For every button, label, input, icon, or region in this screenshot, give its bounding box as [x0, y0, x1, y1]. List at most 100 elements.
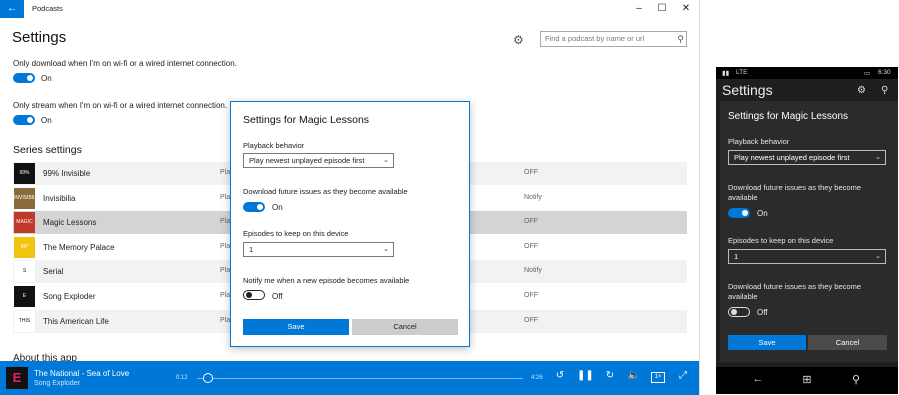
search-icon[interactable]: ⚲ [677, 32, 684, 46]
seek-thumb[interactable] [203, 373, 214, 383]
phone-episodes-value: 1 [734, 252, 739, 261]
series-name: Invisibilia [43, 193, 76, 203]
skip-forward-button[interactable]: ↻ [602, 370, 618, 381]
close-button[interactable]: ✕ [673, 0, 699, 18]
maximize-icon: ☐ [657, 3, 667, 14]
wifi-download-state: On [41, 74, 52, 83]
episodes-keep-select[interactable]: 1 ⌄ [243, 242, 394, 257]
gear-icon[interactable]: ⚙ [513, 33, 524, 47]
now-playing-title: The National - Sea of Love [34, 369, 130, 378]
wifi-download-toggle[interactable] [13, 73, 35, 83]
playback-behavior-label: Playback behavior [243, 141, 305, 150]
series-playback: Pla [220, 193, 231, 201]
series-artwork: E [14, 286, 35, 307]
phone-episodes-select[interactable]: 1 ⌄ [728, 249, 886, 264]
series-settings-title: Series settings [13, 144, 82, 156]
gear-icon[interactable]: ⚙ [857, 85, 866, 96]
download-future-toggle[interactable] [243, 202, 265, 212]
pause-icon: ❚❚ [577, 370, 594, 381]
notify-state: Off [272, 292, 283, 301]
series-playback: Pla [220, 316, 231, 324]
wifi-stream-label: Only stream when I'm on wi-fi or a wired… [13, 101, 228, 110]
series-notify: OFF [524, 316, 538, 324]
maximize-button[interactable]: ☐ [649, 0, 675, 18]
series-artwork: THIS [14, 310, 35, 332]
phone-download2-toggle[interactable] [728, 307, 750, 317]
search-input[interactable]: Find a podcast by name or url ⚲ [540, 31, 687, 47]
series-name: Serial [43, 267, 64, 277]
search-icon[interactable]: ⚲ [846, 373, 866, 386]
phone-status-bar: ▮▮ LTE ▭ 6:30 [716, 67, 898, 79]
episodes-keep-label: Episodes to keep on this device [243, 229, 349, 238]
phone-screen: ▮▮ LTE ▭ 6:30 Settings ⚙ ⚲ Settings for … [716, 67, 898, 394]
phone-cancel-button[interactable]: Cancel [808, 335, 887, 350]
series-playback: Pla [220, 292, 231, 299]
cancel-button[interactable]: Cancel [352, 319, 458, 335]
back-arrow-icon: ← [7, 3, 17, 14]
fullscreen-button[interactable]: ⤢ [675, 370, 691, 381]
back-button[interactable]: ← [0, 0, 24, 18]
phone-playback-select[interactable]: Play newest unplayed episode first ⌄ [728, 150, 886, 165]
close-icon: ✕ [681, 3, 691, 14]
series-name: Magic Lessons [43, 218, 97, 228]
pause-button[interactable]: ❚❚ [577, 370, 594, 381]
series-notify: Notify [524, 267, 542, 275]
phone-download2-label: Download future issues as they become av… [728, 282, 861, 301]
chevron-down-icon: ⌄ [875, 154, 881, 161]
now-playing-bar: E The National - Sea of Love Song Explod… [0, 361, 699, 395]
page-title: Settings [12, 29, 67, 46]
download-future-label: Download future issues as they become av… [243, 187, 408, 196]
skip-back-icon: ↺ [555, 370, 565, 381]
phone-playback-value: Play newest unplayed episode first [734, 153, 850, 162]
signal-icon: ▮▮ [722, 70, 730, 77]
search-icon[interactable]: ⚲ [881, 85, 888, 96]
series-name: The Memory Palace [43, 242, 115, 252]
series-notify: Notify [524, 193, 542, 201]
download-future-state: On [272, 203, 283, 212]
wifi-stream-toggle[interactable] [13, 115, 35, 125]
network-label: LTE [736, 69, 748, 76]
seek-track[interactable] [197, 378, 523, 379]
back-arrow-icon[interactable]: ← [748, 373, 768, 385]
expand-icon: ⤢ [679, 370, 687, 381]
clock: 6:30 [878, 69, 891, 76]
phone-save-button[interactable]: Save [728, 335, 806, 350]
series-artwork: 99% [14, 163, 35, 184]
skip-back-button[interactable]: ↺ [552, 370, 568, 381]
phone-download-label: Download future issues as they become av… [728, 183, 861, 202]
series-playback: Pla [220, 242, 231, 250]
minimize-icon: – [636, 3, 642, 14]
phone-page-title: Settings [722, 82, 773, 98]
save-button[interactable]: Save [243, 319, 349, 335]
phone-playback-label: Playback behavior [728, 137, 790, 146]
windows-start-icon[interactable]: ⊞ [797, 373, 817, 386]
phone-download-toggle[interactable] [728, 208, 750, 218]
phone-download-state: On [757, 209, 768, 218]
phone-nav-bar: ← ⊞ ⚲ [716, 367, 898, 394]
series-artwork: S [14, 261, 35, 283]
phone-settings-dialog: Settings for Magic Lessons Playback beha… [720, 101, 898, 362]
elapsed-time: 0:12 [176, 375, 188, 381]
phone-episodes-label: Episodes to keep on this device [728, 236, 834, 245]
series-name: This American Life [43, 316, 109, 326]
volume-icon: 🔈 [627, 370, 641, 381]
total-time: 4:26 [531, 375, 543, 381]
wifi-stream-state: On [41, 116, 52, 125]
phone-download2-state: Off [757, 308, 768, 317]
series-notify: OFF [524, 292, 538, 299]
desktop-window: ← Podcasts – ☐ ✕ Settings ⚙ Find a podca… [0, 0, 700, 395]
series-name: 99% Invisible [43, 169, 91, 178]
episodes-keep-value: 1 [249, 245, 254, 254]
search-placeholder: Find a podcast by name or url [545, 34, 645, 43]
volume-button[interactable]: 🔈 [626, 370, 642, 381]
playback-rate-button[interactable]: 1× [651, 372, 665, 383]
skip-forward-icon: ↻ [605, 370, 615, 381]
wifi-download-label: Only download when I'm on wi-fi or a wir… [13, 59, 237, 68]
series-artwork: MAGIC [14, 212, 35, 234]
now-playing-artwork[interactable]: E [6, 367, 28, 389]
phone-dialog-title: Settings for Magic Lessons [728, 111, 849, 122]
series-settings-dialog: Settings for Magic Lessons Playback beha… [230, 101, 470, 347]
series-artwork: INVISIBILIA [14, 187, 35, 209]
notify-toggle[interactable] [243, 290, 265, 300]
playback-behavior-select[interactable]: Play newest unplayed episode first ⌄ [243, 153, 394, 168]
